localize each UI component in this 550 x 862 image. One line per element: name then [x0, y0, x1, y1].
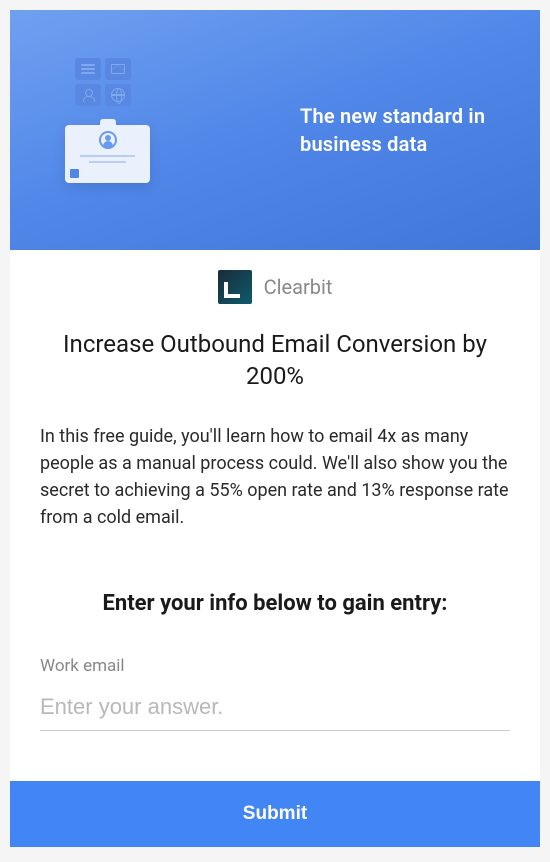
envelope-icon	[105, 58, 131, 80]
globe-icon	[105, 84, 131, 106]
profile-card-illustration	[65, 125, 150, 183]
hero-banner: The new standard in business data	[10, 10, 540, 250]
brand-name: Clearbit	[264, 275, 333, 299]
avatar-icon	[99, 131, 117, 149]
clearbit-logo-icon	[218, 270, 252, 304]
person-icon	[75, 84, 101, 106]
description-text: In this free guide, you'll learn how to …	[40, 423, 510, 531]
brand-row: Clearbit	[40, 270, 510, 304]
landing-card: The new standard in business data Clearb…	[10, 10, 540, 847]
headline: Increase Outbound Email Conversion by 20…	[40, 328, 510, 393]
form-area: Work email	[40, 656, 510, 751]
hero-illustration	[40, 40, 220, 220]
email-field[interactable]	[40, 690, 510, 731]
email-label: Work email	[40, 656, 510, 676]
hero-tagline: The new standard in business data	[300, 102, 510, 158]
list-icon	[75, 58, 101, 80]
submit-button[interactable]: Submit	[10, 781, 540, 847]
content-area: Clearbit Increase Outbound Email Convers…	[10, 250, 540, 781]
form-title: Enter your info below to gain entry:	[40, 591, 510, 616]
